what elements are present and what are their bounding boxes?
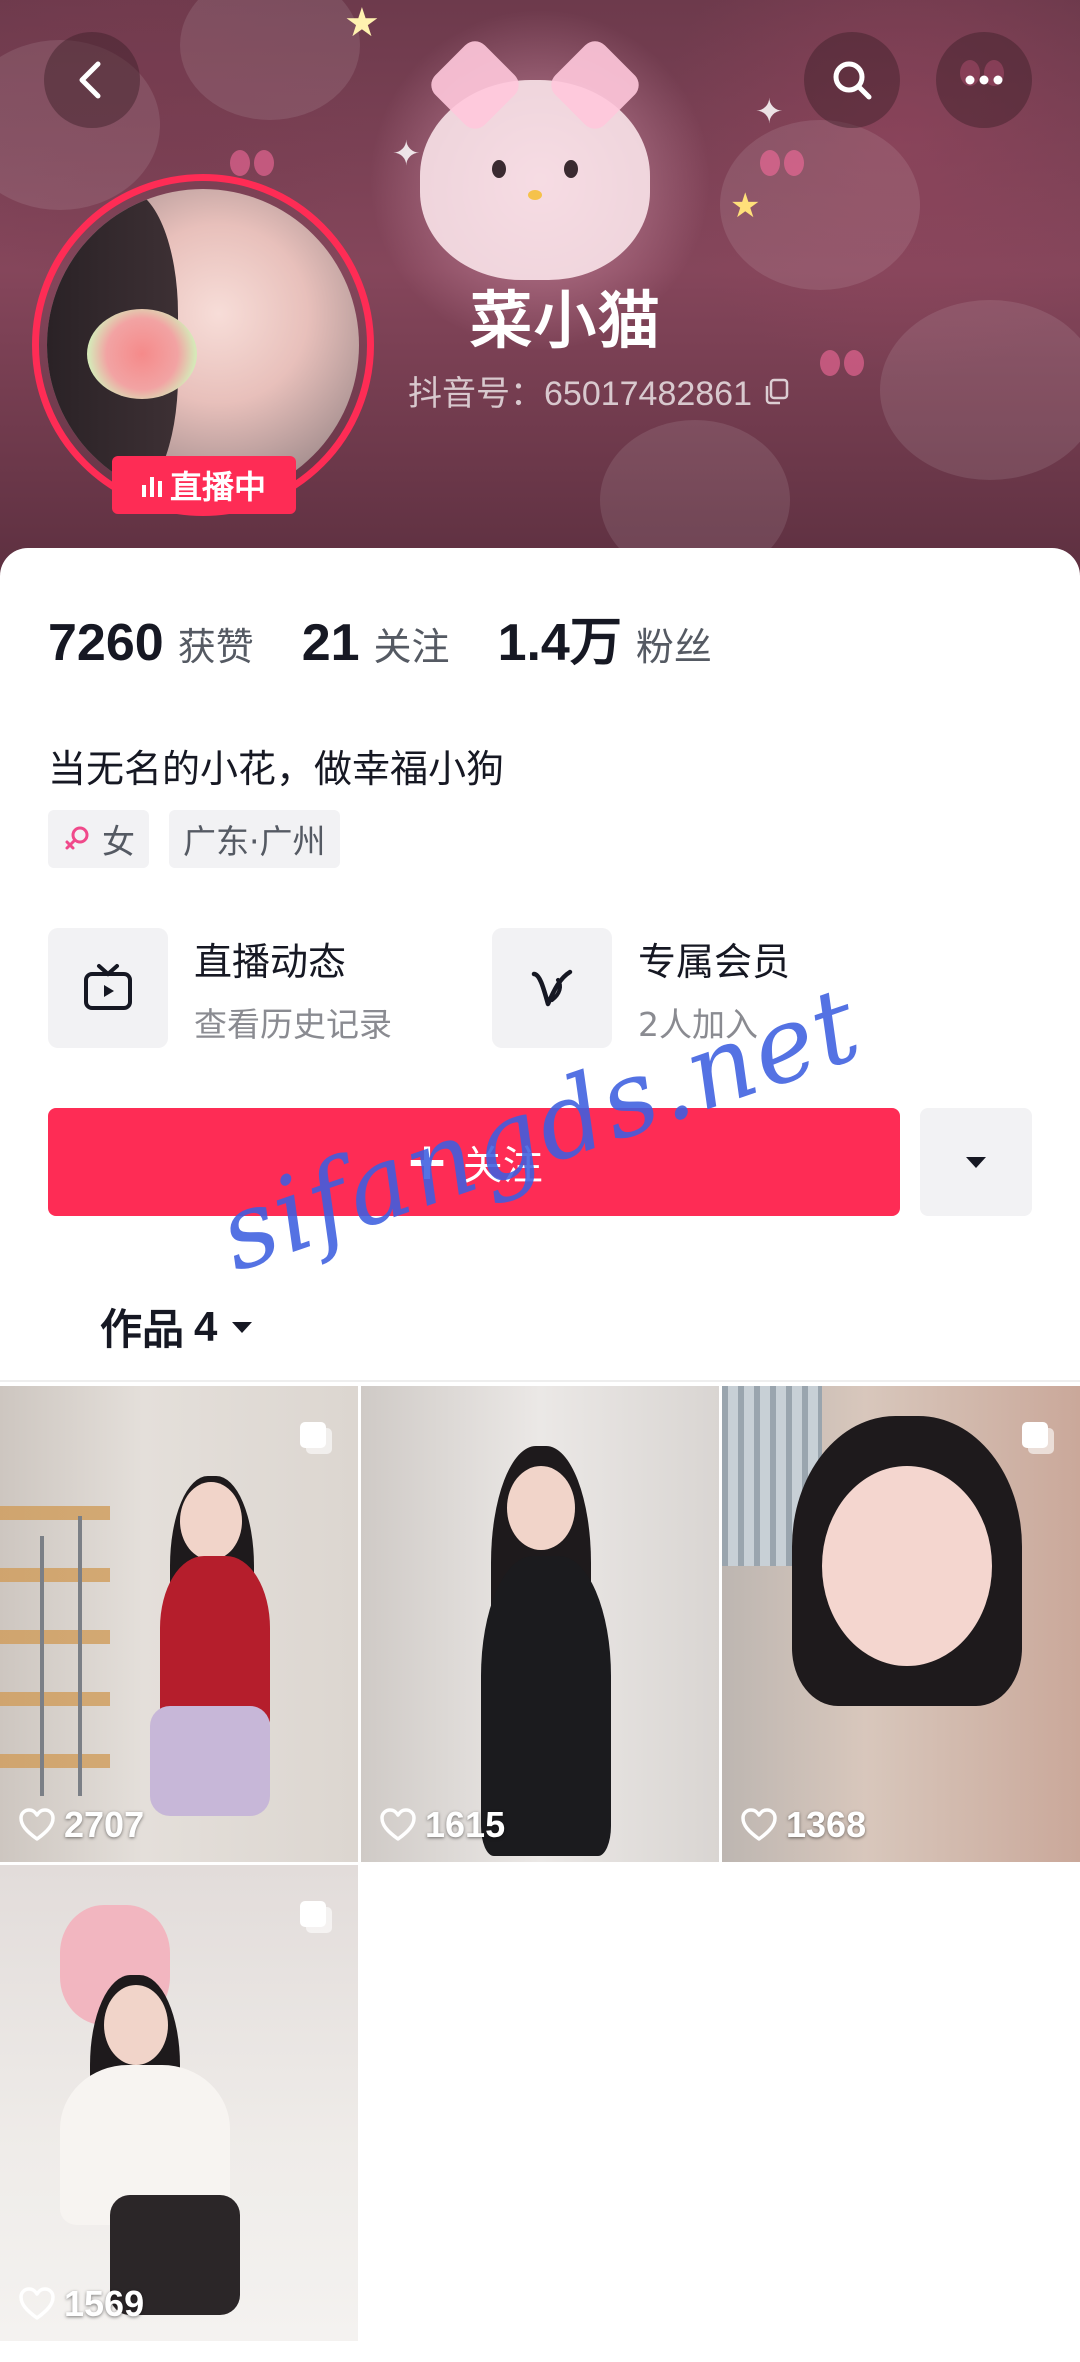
stat-following[interactable]: 21 关注 xyxy=(302,613,450,673)
divider xyxy=(0,1380,1080,1382)
v-icon xyxy=(531,969,573,1007)
profile-stats: 7260 获赞 21 关注 1.4万 粉丝 xyxy=(48,600,760,675)
stat-likes[interactable]: 7260 获赞 xyxy=(48,613,254,673)
post-tile[interactable]: 2707 xyxy=(0,1386,358,1862)
caret-down-icon xyxy=(966,1157,986,1168)
copy-icon[interactable] xyxy=(762,376,792,406)
gender-label: 女 xyxy=(102,822,135,861)
sparkle-icon: ✦ xyxy=(392,134,421,174)
heart-icon xyxy=(19,1808,55,1841)
more-dots-icon xyxy=(965,75,1003,85)
stat-label: 粉丝 xyxy=(635,625,712,669)
star-icon: ★ xyxy=(730,186,761,226)
post-likes: 1569 xyxy=(18,2283,144,2325)
banner-pattern xyxy=(880,300,1080,480)
tv-icon xyxy=(84,964,132,1010)
stat-label: 关注 xyxy=(373,625,450,669)
entry-title: 专属会员 xyxy=(638,939,791,984)
recommend-dropdown-button[interactable] xyxy=(920,1108,1032,1216)
heart-icon xyxy=(19,2287,55,2320)
stat-followers[interactable]: 1.4万 粉丝 xyxy=(498,600,712,675)
caret-down-icon xyxy=(232,1321,253,1333)
stat-value: 1.4万 xyxy=(497,614,622,672)
tab-works-count: 4 xyxy=(194,1302,218,1350)
sparkle-icon: ✦ xyxy=(755,92,784,132)
stat-value: 7260 xyxy=(48,614,164,672)
post-tile[interactable]: 1569 xyxy=(0,1865,358,2341)
post-likes-count: 2707 xyxy=(64,1804,145,1845)
profile-tags: 女 广东·广州 xyxy=(48,810,340,868)
entry-title: 直播动态 xyxy=(194,939,347,984)
post-tile[interactable]: 1615 xyxy=(361,1386,719,1862)
female-icon xyxy=(65,826,89,850)
entry-icon-box xyxy=(48,928,168,1048)
bow-decoration xyxy=(230,150,274,176)
star-icon: ★ xyxy=(344,0,380,46)
multi-image-icon xyxy=(1022,1422,1054,1454)
stat-value: 21 xyxy=(301,614,360,672)
location-label: 广东·广州 xyxy=(183,822,326,861)
douyin-id-text: 抖音号：65017482861 xyxy=(408,375,753,413)
tab-works[interactable]: 作品 4 xyxy=(100,1296,257,1357)
profile-card: 7260 获赞 21 关注 1.4万 粉丝 当无名的小花，做幸福小狗 女 广东·… xyxy=(0,548,1080,2362)
tab-works-label: 作品 xyxy=(100,1305,185,1354)
multi-image-icon xyxy=(300,1422,332,1454)
live-bars-icon xyxy=(141,473,162,497)
profile-nickname: 菜小猫 xyxy=(470,284,663,357)
post-likes: 1368 xyxy=(740,1804,866,1846)
live-badge[interactable]: 直播中 xyxy=(112,456,296,514)
search-button[interactable] xyxy=(804,32,900,128)
entry-subtitle: 查看历史记录 xyxy=(194,1004,392,1044)
heart-icon xyxy=(741,1808,777,1841)
post-likes-count: 1569 xyxy=(64,2283,145,2324)
profile-banner: ✦ ✦ ★ ★ 直播中 菜小猫 抖音号：65017482861 xyxy=(0,0,1080,600)
profile-entries: 直播动态 查看历史记录 专属会员 2人加入 xyxy=(48,928,1032,1048)
douyin-id[interactable]: 抖音号：65017482861 xyxy=(408,366,792,415)
location-tag: 广东·广州 xyxy=(169,810,340,868)
stat-label: 获赞 xyxy=(177,625,254,669)
posts-grid: 2707 1615 1368 1569 xyxy=(0,1386,1080,2341)
back-button[interactable] xyxy=(44,32,140,128)
heart-icon xyxy=(380,1808,416,1841)
profile-bio: 当无名的小花，做幸福小狗 xyxy=(48,747,505,791)
post-likes: 1615 xyxy=(379,1804,505,1846)
post-likes: 2707 xyxy=(18,1804,144,1846)
bow-decoration xyxy=(820,350,864,376)
post-tile[interactable]: 1368 xyxy=(722,1386,1080,1862)
live-badge-label: 直播中 xyxy=(169,468,266,506)
entry-icon-box xyxy=(492,928,612,1048)
bow-decoration xyxy=(760,150,804,176)
search-icon xyxy=(833,61,872,100)
gender-tag: 女 xyxy=(48,810,149,868)
post-likes-count: 1615 xyxy=(425,1804,506,1845)
banner-pattern xyxy=(180,0,360,120)
avatar-image xyxy=(47,189,359,501)
post-likes-count: 1368 xyxy=(786,1804,867,1845)
multi-image-icon xyxy=(300,1901,332,1933)
chevron-left-icon xyxy=(79,61,101,99)
entry-live-history[interactable]: 直播动态 查看历史记录 xyxy=(48,928,492,1048)
more-options-button[interactable] xyxy=(936,32,1032,128)
hello-kitty-illustration xyxy=(420,80,650,280)
